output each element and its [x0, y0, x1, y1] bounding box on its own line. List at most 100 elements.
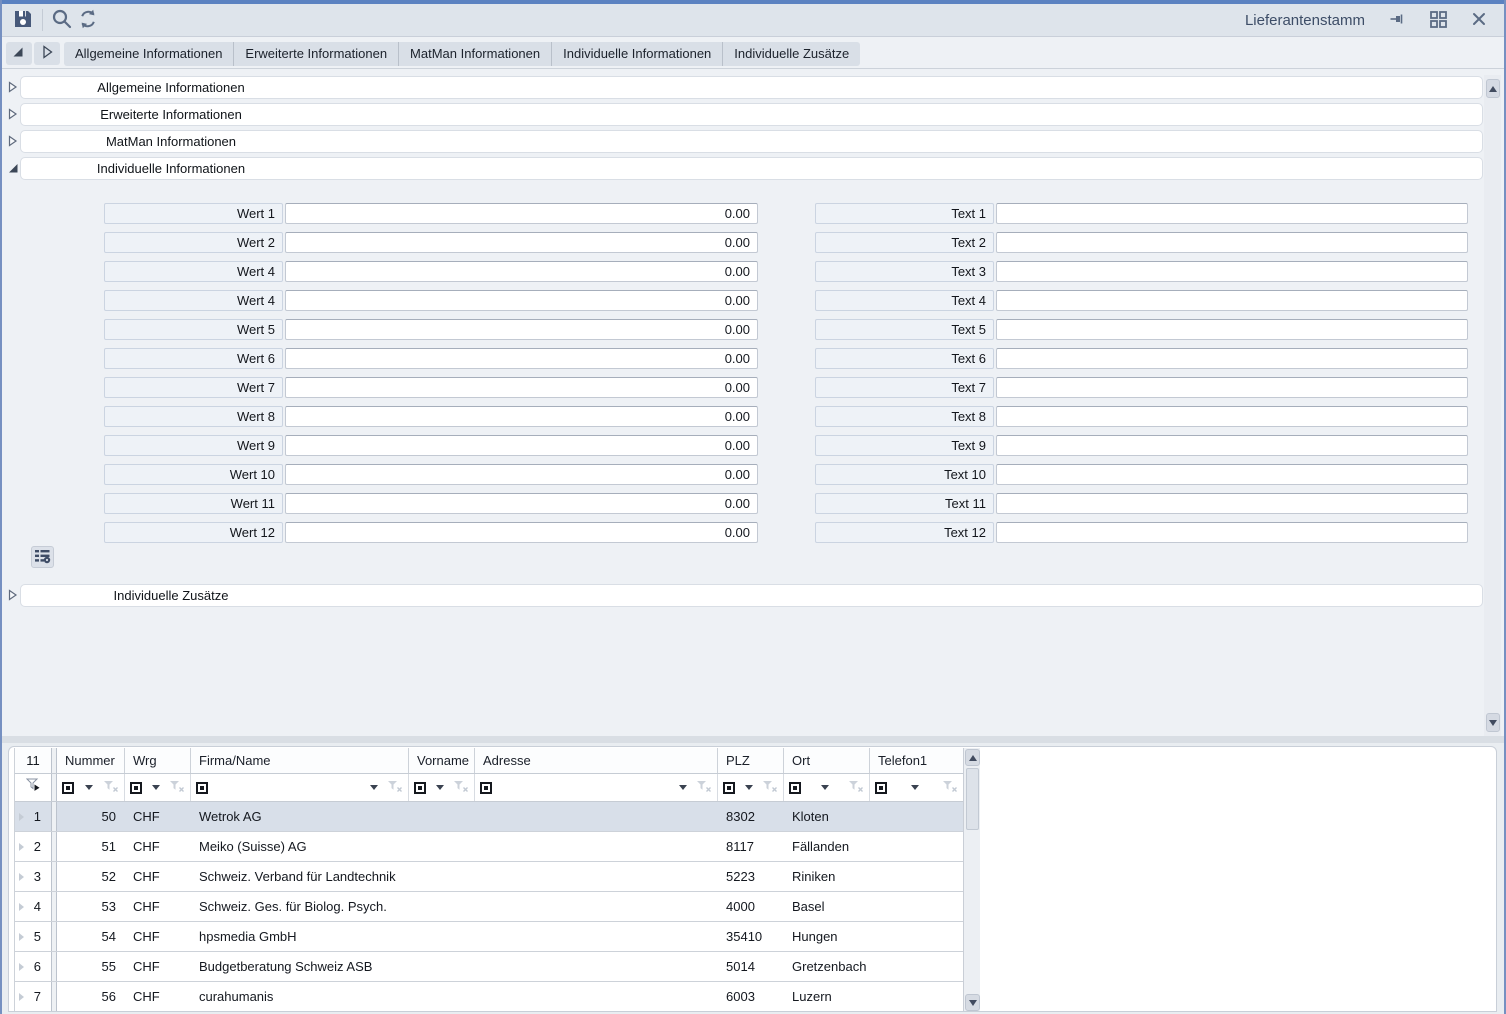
cell-plz[interactable]: 8302	[718, 802, 784, 831]
cell-nummer[interactable]: 56	[57, 982, 125, 1011]
filter-operator-icon[interactable]	[789, 781, 801, 794]
cell-vorname[interactable]	[409, 832, 475, 861]
cell-firma-name[interactable]: Meiko (Suisse) AG	[191, 832, 409, 861]
row-selector[interactable]: 7	[15, 982, 51, 1011]
filter-operator-icon[interactable]	[414, 781, 426, 794]
section-header-bar[interactable]: Erweiterte Informationen	[20, 103, 1483, 126]
cell-plz[interactable]: 6003	[718, 982, 784, 1011]
filter-operator-icon[interactable]	[62, 781, 74, 794]
cell-firma-name[interactable]: Budgetberatung Schweiz ASB	[191, 952, 409, 981]
clear-filter-icon[interactable]	[169, 780, 185, 796]
filter-cell-vorname[interactable]	[409, 774, 475, 801]
field-input-text-1[interactable]	[996, 203, 1468, 224]
section-erweiterte-informationen[interactable]: Erweiterte Informationen	[2, 103, 1504, 127]
cell-plz[interactable]: 5014	[718, 952, 784, 981]
close-button[interactable]	[1466, 7, 1492, 33]
tab-individuelle-zus-tze[interactable]: Individuelle Zusätze	[722, 42, 860, 66]
field-input-text-10[interactable]	[996, 464, 1468, 485]
cell-telefon1[interactable]	[870, 862, 964, 891]
cell-firma-name[interactable]: Wetrok AG	[191, 802, 409, 831]
column-header-telefon1[interactable]: Telefon1	[870, 748, 964, 773]
filter-dropdown-icon[interactable]	[370, 785, 378, 790]
cell-ort[interactable]: Basel	[784, 892, 870, 921]
cell-adresse[interactable]	[475, 892, 718, 921]
tab-individuelle-informationen[interactable]: Individuelle Informationen	[551, 42, 722, 66]
cell-wrg[interactable]: CHF	[125, 862, 191, 891]
cell-adresse[interactable]	[475, 952, 718, 981]
cell-adresse[interactable]	[475, 862, 718, 891]
scroll-tabs-left-button[interactable]	[6, 42, 32, 65]
horizontal-splitter[interactable]	[0, 736, 1506, 743]
clear-filter-icon[interactable]	[387, 780, 403, 796]
filter-dropdown-icon[interactable]	[679, 785, 687, 790]
filter-cell-firma-name[interactable]	[191, 774, 409, 801]
field-input-text-5[interactable]	[996, 319, 1468, 340]
section-header-bar[interactable]: MatMan Informationen	[20, 130, 1483, 153]
section-header-bar[interactable]: Individuelle Zusätze	[20, 584, 1483, 607]
column-header-adresse[interactable]: Adresse	[475, 748, 718, 773]
row-selector[interactable]: 2	[15, 832, 51, 861]
table-row[interactable]: 6 55 CHF Budgetberatung Schweiz ASB 5014 Gret…	[15, 952, 963, 982]
cell-telefon1[interactable]	[870, 802, 964, 831]
field-input-text-9[interactable]	[996, 435, 1468, 456]
filter-dropdown-icon[interactable]	[820, 785, 829, 790]
table-row[interactable]: 3 52 CHF Schweiz. Verband für Landtechnik 52…	[15, 862, 963, 892]
cell-nummer[interactable]: 53	[57, 892, 125, 921]
table-row[interactable]: 2 51 CHF Meiko (Suisse) AG 8117 Fällanden	[15, 832, 963, 862]
clear-filter-icon[interactable]	[848, 780, 864, 796]
cell-plz[interactable]: 4000	[718, 892, 784, 921]
grid-scroll-down-button[interactable]	[965, 994, 980, 1011]
field-input-text-12[interactable]	[996, 522, 1468, 543]
cell-firma-name[interactable]: hpsmedia GmbH	[191, 922, 409, 951]
cell-wrg[interactable]: CHF	[125, 802, 191, 831]
filter-operator-icon[interactable]	[130, 781, 142, 794]
column-header-plz[interactable]: PLZ	[718, 748, 784, 773]
collapse-arrow-icon[interactable]	[7, 162, 19, 174]
main-vertical-scrollbar[interactable]	[1484, 75, 1501, 736]
cell-vorname[interactable]	[409, 952, 475, 981]
cell-ort[interactable]: Riniken	[784, 862, 870, 891]
cell-plz[interactable]: 35410	[718, 922, 784, 951]
cell-wrg[interactable]: CHF	[125, 982, 191, 1011]
field-input-text-4[interactable]	[996, 290, 1468, 311]
expand-arrow-icon[interactable]	[7, 81, 19, 93]
pin-button[interactable]	[1384, 7, 1410, 33]
cell-adresse[interactable]	[475, 922, 718, 951]
cell-vorname[interactable]	[409, 802, 475, 831]
cell-vorname[interactable]	[409, 862, 475, 891]
field-input-text-11[interactable]	[996, 493, 1468, 514]
grid-vertical-scrollbar[interactable]	[963, 748, 980, 1011]
cell-plz[interactable]: 8117	[718, 832, 784, 861]
cell-adresse[interactable]	[475, 832, 718, 861]
cell-nummer[interactable]: 52	[57, 862, 125, 891]
filter-cell-plz[interactable]	[718, 774, 784, 801]
table-row[interactable]: 7 56 CHF curahumanis 6003 Luzern	[15, 982, 963, 1011]
grid-scrollbar-thumb[interactable]	[966, 768, 979, 830]
cell-firma-name[interactable]: Schweiz. Verband für Landtechnik	[191, 862, 409, 891]
cell-plz[interactable]: 5223	[718, 862, 784, 891]
cell-adresse[interactable]	[475, 802, 718, 831]
row-selector[interactable]: 4	[15, 892, 51, 921]
cell-wrg[interactable]: CHF	[125, 892, 191, 921]
row-selector[interactable]: 1	[15, 802, 51, 831]
column-header-vorname[interactable]: Vorname	[409, 748, 475, 773]
column-header-ort[interactable]: Ort	[784, 748, 870, 773]
column-header-wrg[interactable]: Wrg	[125, 748, 191, 773]
filter-row-selector[interactable]	[15, 774, 51, 801]
field-input-text-3[interactable]	[996, 261, 1468, 282]
clear-filter-icon[interactable]	[453, 780, 469, 796]
table-row[interactable]: 4 53 CHF Schweiz. Ges. für Biolog. Psych. 40…	[15, 892, 963, 922]
section-individuelle-zusaetze[interactable]: Individuelle Zusätze	[2, 584, 1504, 608]
cell-wrg[interactable]: CHF	[125, 952, 191, 981]
filter-cell-adresse[interactable]	[475, 774, 718, 801]
cell-telefon1[interactable]	[870, 952, 964, 981]
cell-vorname[interactable]	[409, 922, 475, 951]
field-input-text-8[interactable]	[996, 406, 1468, 427]
cell-telefon1[interactable]	[870, 892, 964, 921]
cell-vorname[interactable]	[409, 892, 475, 921]
filter-dropdown-icon[interactable]	[151, 785, 160, 790]
field-settings-button[interactable]	[31, 546, 54, 568]
expand-arrow-icon[interactable]	[7, 108, 19, 120]
cell-ort[interactable]: Kloten	[784, 802, 870, 831]
filter-cell-ort[interactable]	[784, 774, 870, 801]
